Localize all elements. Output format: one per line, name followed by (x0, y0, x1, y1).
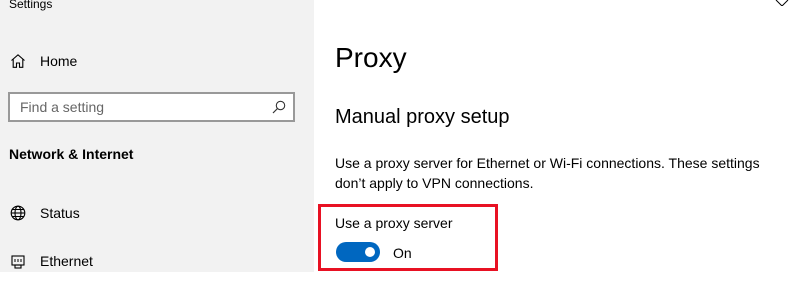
sidebar: Settings Home Network & Internet (0, 0, 314, 272)
main-content: Proxy Manual proxy setup Use a proxy ser… (314, 0, 805, 272)
home-icon (9, 52, 27, 70)
proxy-description: Use a proxy server for Ethernet or Wi-Fi… (335, 155, 760, 191)
sidebar-item-status[interactable]: Status (0, 193, 314, 233)
page-title: Proxy (335, 42, 407, 73)
sidebar-item-home[interactable]: Home (0, 41, 314, 81)
search-icon[interactable] (271, 99, 287, 115)
search-box[interactable] (8, 92, 295, 122)
proxy-toggle-state: On (393, 245, 412, 261)
sidebar-item-label: Status (40, 205, 80, 221)
close-icon[interactable] (775, 0, 789, 6)
sidebar-item-ethernet[interactable]: Ethernet (0, 241, 314, 281)
app-title: Settings (9, 0, 53, 11)
ethernet-icon (9, 252, 27, 270)
toggle-knob (365, 247, 375, 257)
proxy-toggle[interactable] (336, 242, 380, 262)
sidebar-item-label: Home (40, 53, 78, 69)
sidebar-item-label: Ethernet (40, 253, 93, 269)
search-input[interactable] (20, 98, 270, 116)
proxy-toggle-label: Use a proxy server (335, 215, 453, 231)
sidebar-section-heading: Network & Internet (9, 146, 134, 162)
section-title: Manual proxy setup (335, 106, 510, 128)
globe-icon (9, 204, 27, 222)
